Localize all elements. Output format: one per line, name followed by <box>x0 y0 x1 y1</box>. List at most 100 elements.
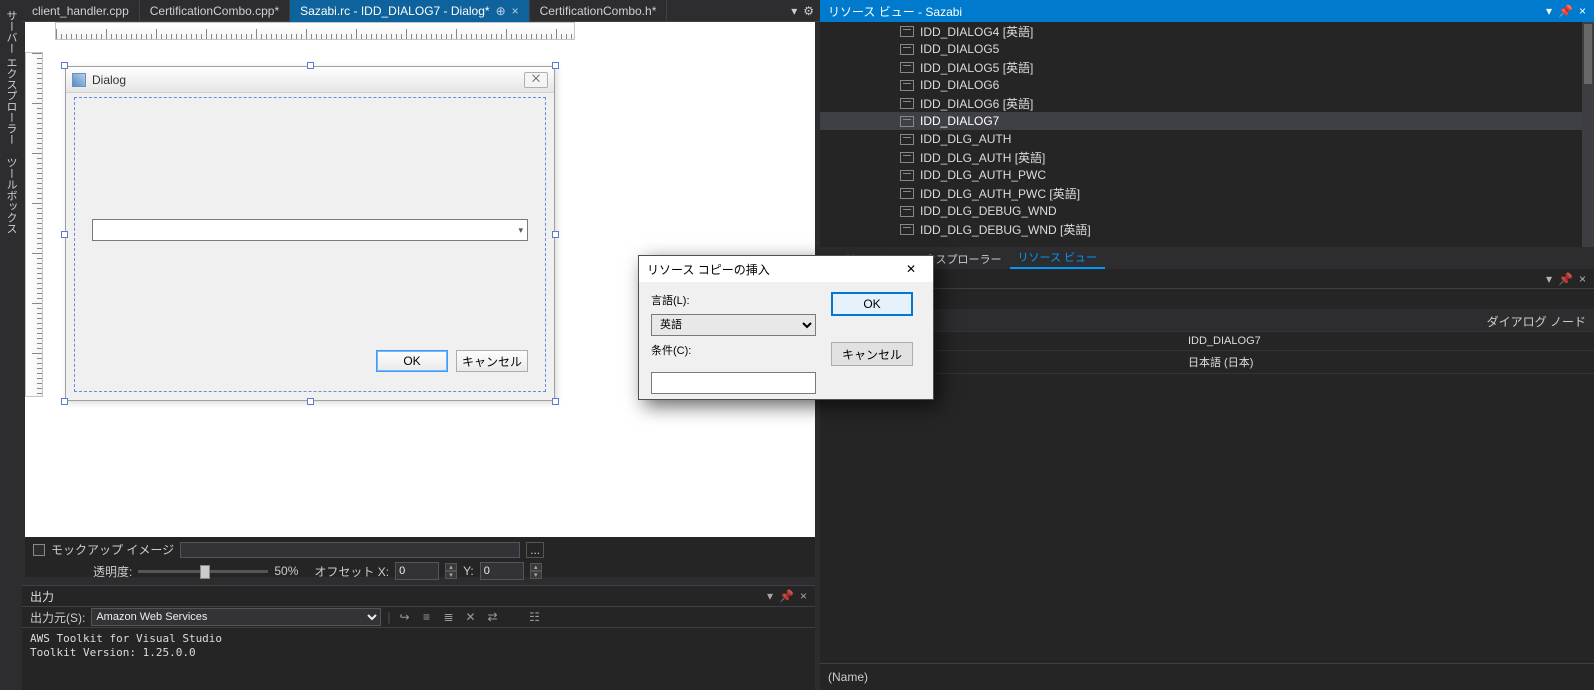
clear-icon[interactable]: ✕ <box>462 609 478 625</box>
tree-item[interactable]: IDD_DIALOG7 <box>820 112 1594 130</box>
tree-item-label: IDD_DIALOG6 <box>920 78 999 92</box>
dropdown-icon[interactable]: ▾ <box>791 4 797 18</box>
output-source-select[interactable]: Amazon Web Services <box>91 608 381 626</box>
dialog-selection[interactable]: Dialog ⨉ ▾ OK キャンセル <box>65 66 555 401</box>
toggle-icon[interactable]: ☷ <box>526 609 542 625</box>
dialog-title-text: Dialog <box>92 73 126 87</box>
close-icon[interactable]: × <box>1579 4 1586 18</box>
tab-resource-view[interactable]: リソース ビュー <box>1010 247 1106 269</box>
close-icon[interactable]: × <box>512 4 519 18</box>
pin-icon[interactable]: ⊕ <box>496 4 506 18</box>
close-icon[interactable]: ✕ <box>897 259 925 279</box>
cancel-button[interactable]: キャンセル <box>831 342 913 366</box>
resize-handle[interactable] <box>307 62 314 69</box>
tree-item[interactable]: IDD_DLG_AUTH_PWC [英語] <box>820 184 1594 202</box>
resource-view-header: リソース ビュー - Sazabi ▾ 📌 × <box>820 0 1594 22</box>
prev-icon[interactable]: ≡ <box>418 609 434 625</box>
tree-item[interactable]: IDD_DIALOG5 <box>820 40 1594 58</box>
resize-handle[interactable] <box>552 231 559 238</box>
resize-handle[interactable] <box>552 398 559 405</box>
next-icon[interactable]: ≣ <box>440 609 456 625</box>
dialog-resource-icon <box>900 44 914 55</box>
tab-client-handler[interactable]: client_handler.cpp <box>22 0 140 22</box>
property-value[interactable] <box>1180 373 1594 396</box>
tree-item[interactable]: IDD_DIALOG6 [英語] <box>820 94 1594 112</box>
scrollbar-thumb[interactable] <box>1584 24 1592 84</box>
tree-item[interactable]: IDD_DIALOG5 [英語] <box>820 58 1594 76</box>
slider-thumb[interactable] <box>200 565 210 579</box>
dialog-resource-icon <box>900 62 914 73</box>
output-text[interactable]: AWS Toolkit for Visual Studio Toolkit Ve… <box>22 628 815 665</box>
offset-y-spinner[interactable]: ▴▾ <box>530 563 542 579</box>
dialog-resource-icon <box>900 188 914 199</box>
properties-panel: ▾ 📌 × es ◢ ダイアログ ノード IDD_DIALOG7言語日本語 (日… <box>820 269 1594 690</box>
editor-tab-strip: client_handler.cpp CertificationCombo.cp… <box>22 0 820 22</box>
tab-label: client_handler.cpp <box>32 4 129 18</box>
pin-icon[interactable]: 📌 <box>779 589 794 603</box>
cancel-button[interactable]: キャンセル <box>456 350 528 372</box>
language-select[interactable]: 英語 <box>651 314 816 336</box>
resize-handle[interactable] <box>61 398 68 405</box>
button-label: キャンセル <box>462 353 522 370</box>
rail-server-explorer[interactable]: サーバー エクスプローラー <box>3 10 19 145</box>
offset-y-label: Y: <box>463 564 474 578</box>
tree-item[interactable]: IDD_DLG_AUTH <box>820 130 1594 148</box>
opacity-slider[interactable] <box>138 570 268 573</box>
tree-item-label: IDD_DIALOG5 <box>920 42 999 56</box>
property-value[interactable]: IDD_DIALOG7 <box>1180 331 1594 350</box>
goto-icon[interactable]: ↪ <box>396 609 412 625</box>
tree-item-label: IDD_DIALOG5 [英語] <box>920 59 1033 76</box>
dropdown-icon[interactable]: ▾ <box>767 589 773 603</box>
tree-item-label: IDD_DIALOG7 <box>920 114 999 128</box>
offset-x-input[interactable] <box>395 562 439 580</box>
dialog-resource-icon <box>900 80 914 91</box>
tab-certcombo-h[interactable]: CertificationCombo.h* <box>530 0 668 22</box>
ok-button[interactable]: OK <box>376 350 448 372</box>
tree-item[interactable]: IDD_DIALOG6 <box>820 76 1594 94</box>
close-icon[interactable]: × <box>1579 272 1586 286</box>
ruler-horizontal <box>55 22 575 40</box>
dialog-close-button[interactable]: ⨉ <box>524 72 548 88</box>
resize-handle[interactable] <box>61 62 68 69</box>
tree-item[interactable]: IDD_DIALOG4 [英語] <box>820 22 1594 40</box>
button-label: OK <box>403 354 420 368</box>
resize-handle[interactable] <box>61 231 68 238</box>
scrollbar[interactable] <box>1582 22 1594 247</box>
tab-label: CertificationCombo.cpp* <box>150 4 279 18</box>
pin-icon[interactable]: 📌 <box>1558 4 1573 18</box>
tab-label: Sazabi.rc - IDD_DIALOG7 - Dialog* <box>300 4 489 18</box>
resize-handle[interactable] <box>307 398 314 405</box>
combo-box-control[interactable]: ▾ <box>92 219 528 241</box>
rail-toolbox[interactable]: ツールボックス <box>3 157 19 234</box>
close-icon[interactable]: × <box>800 589 807 603</box>
mockup-checkbox[interactable] <box>33 544 45 556</box>
dialog-resource-icon <box>900 224 914 235</box>
tree-item[interactable]: IDD_DLG_DEBUG_WND <box>820 202 1594 220</box>
popup-title-text: リソース コピーの挿入 <box>647 261 770 278</box>
tree-item-label: IDD_DLG_DEBUG_WND <box>920 204 1057 218</box>
dialog-resource-icon <box>900 26 914 37</box>
tree-item[interactable]: IDD_DLG_AUTH [英語] <box>820 148 1594 166</box>
tree-item[interactable]: IDD_DLG_DEBUG_WND [英語] <box>820 220 1594 238</box>
dropdown-icon[interactable]: ▾ <box>1546 272 1552 286</box>
tab-certcombo-cpp[interactable]: CertificationCombo.cpp* <box>140 0 290 22</box>
resize-handle[interactable] <box>552 62 559 69</box>
condition-input[interactable] <box>651 372 816 394</box>
pin-icon[interactable]: 📌 <box>1558 272 1573 286</box>
tree-item[interactable]: IDD_DLG_AUTH_PWC <box>820 166 1594 184</box>
ok-button[interactable]: OK <box>831 292 913 316</box>
dialog-window: Dialog ⨉ ▾ OK キャンセル <box>65 66 555 401</box>
offset-y-input[interactable] <box>480 562 524 580</box>
browse-button[interactable]: ... <box>526 542 544 558</box>
gear-icon[interactable]: ⚙ <box>803 4 814 18</box>
mockup-path-input[interactable] <box>180 542 520 558</box>
property-category[interactable]: ◢ ダイアログ ノード <box>820 309 1594 331</box>
resource-view-title: リソース ビュー - Sazabi <box>828 3 962 20</box>
offset-x-spinner[interactable]: ▴▾ <box>445 563 457 579</box>
wrap-icon[interactable]: ⇄ <box>484 609 500 625</box>
tab-sazabi-rc[interactable]: Sazabi.rc - IDD_DIALOG7 - Dialog* ⊕ × <box>290 0 529 22</box>
dropdown-icon[interactable]: ▾ <box>1546 4 1552 18</box>
property-value[interactable]: 日本語 (日本) <box>1180 350 1594 373</box>
dialog-resource-icon <box>900 98 914 109</box>
dialog-resource-icon <box>900 170 914 181</box>
